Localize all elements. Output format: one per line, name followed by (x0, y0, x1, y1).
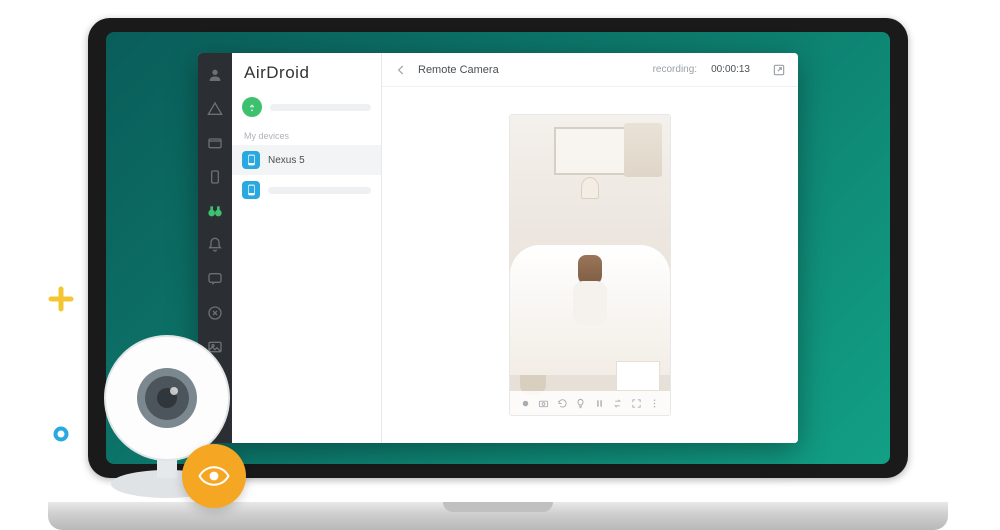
nav-binoculars-icon[interactable] (207, 203, 223, 219)
device-item-0[interactable]: Nexus 5 (232, 145, 381, 175)
swap-icon[interactable] (612, 397, 624, 409)
topbar-title: Remote Camera (418, 64, 499, 76)
nav-transfer-icon[interactable] (207, 305, 223, 321)
fullscreen-icon[interactable] (630, 397, 642, 409)
plus-decoration-1 (48, 286, 74, 312)
recording-label: recording: (653, 64, 697, 75)
nav-profile-icon[interactable] (207, 67, 223, 83)
rotate-icon[interactable] (556, 397, 568, 409)
camera-viewer (382, 87, 798, 443)
usb-icon (242, 97, 262, 117)
ring-decoration-blue (52, 425, 70, 443)
nav-chat-icon[interactable] (207, 271, 223, 287)
record-icon[interactable] (519, 397, 531, 409)
nav-bell-icon[interactable] (207, 237, 223, 253)
usb-connection-row[interactable] (232, 91, 381, 123)
app-window: AirDroid My devices Nexus 5 (198, 53, 798, 443)
phone-icon (242, 151, 260, 169)
nav-folder-icon[interactable] (207, 135, 223, 151)
device-name-label: Nexus 5 (268, 155, 305, 166)
nav-warning-icon[interactable] (207, 101, 223, 117)
light-icon[interactable] (575, 397, 587, 409)
phone-icon (242, 181, 260, 199)
pause-icon[interactable] (593, 397, 605, 409)
nav-device-icon[interactable] (207, 169, 223, 185)
popout-icon[interactable] (772, 63, 786, 77)
sidebar: AirDroid My devices Nexus 5 (232, 53, 382, 443)
remote-camera-feed (510, 115, 670, 415)
more-icon[interactable] (649, 397, 661, 409)
back-arrow-icon[interactable] (394, 63, 408, 77)
recording-time: 00:00:13 (711, 64, 750, 75)
app-logo: AirDroid (232, 53, 381, 91)
main-panel: Remote Camera recording: 00:00:13 (382, 53, 798, 443)
usb-placeholder-bar (270, 104, 371, 111)
camera-icon[interactable] (538, 397, 550, 409)
camera-controls (510, 391, 670, 415)
device-item-1[interactable] (232, 175, 381, 205)
eye-badge-icon (182, 444, 246, 508)
devices-section-label: My devices (232, 123, 381, 145)
topbar: Remote Camera recording: 00:00:13 (382, 53, 798, 87)
device-placeholder-bar (268, 187, 371, 194)
